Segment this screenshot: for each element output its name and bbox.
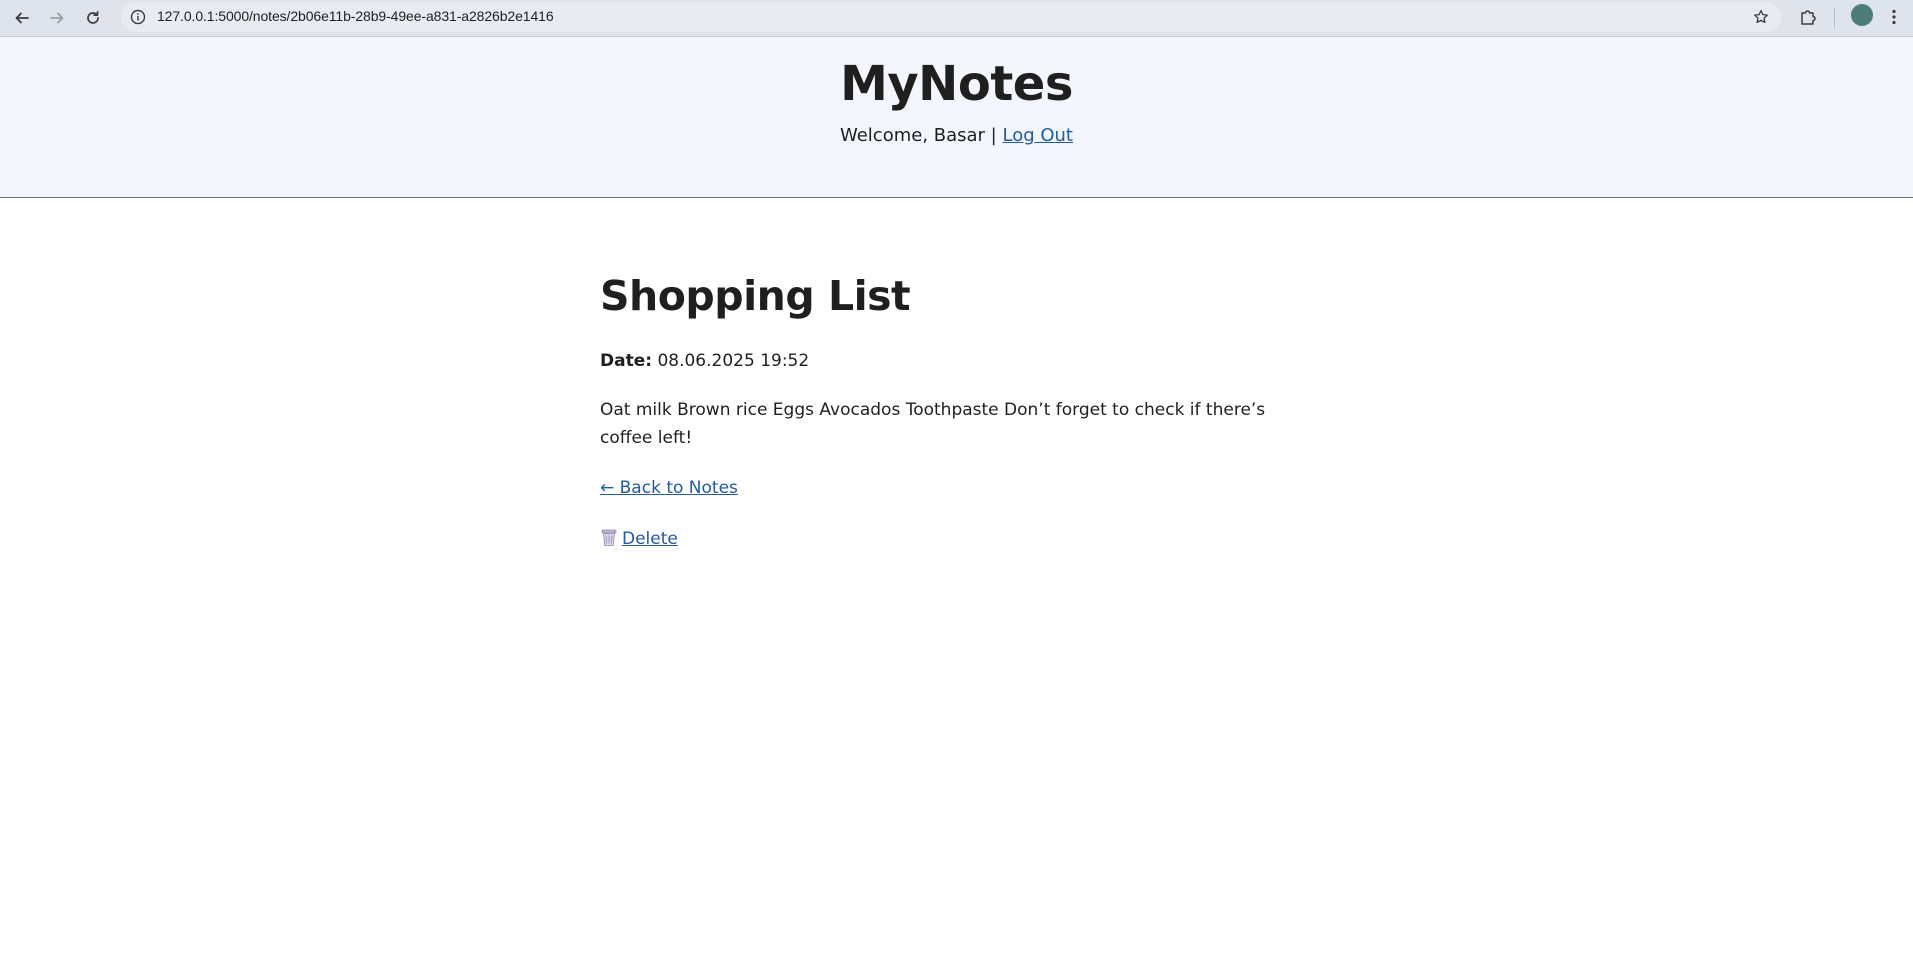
site-info-icon[interactable] bbox=[129, 8, 147, 26]
extensions-puzzle-icon[interactable] bbox=[1796, 5, 1820, 29]
back-to-notes-link[interactable]: ← Back to Notes bbox=[600, 476, 738, 500]
note-date: Date: 08.06.2025 19:52 bbox=[600, 349, 1320, 373]
welcome-line: Welcome, Basar | Log Out bbox=[0, 125, 1913, 146]
note-body: Oat milk Brown rice Eggs Avocados Toothp… bbox=[600, 400, 1266, 448]
site-title: MyNotes bbox=[840, 56, 1073, 112]
browser-toolbar: 127.0.0.1:5000/notes/2b06e11b-28b9-49ee-… bbox=[0, 0, 1913, 37]
bookmark-star-icon[interactable] bbox=[1751, 7, 1771, 27]
profile-avatar[interactable] bbox=[1851, 4, 1873, 26]
toolbar-divider bbox=[1834, 8, 1835, 28]
welcome-text: Welcome, Basar | bbox=[839, 125, 997, 146]
note-detail: Shopping List Date: 08.06.2025 19:52 Oat… bbox=[600, 266, 1320, 551]
delete-link[interactable]: Delete bbox=[600, 527, 678, 551]
date-label: Date: bbox=[600, 351, 653, 371]
delete-label: Delete bbox=[622, 529, 678, 549]
wastebasket-icon bbox=[600, 527, 618, 547]
date-value: 08.06.2025 19:52 bbox=[657, 351, 810, 371]
kebab-menu-icon[interactable] bbox=[1886, 5, 1902, 29]
reload-icon[interactable] bbox=[80, 5, 106, 31]
forward-arrow-icon[interactable] bbox=[44, 5, 70, 31]
site-header: MyNotes Welcome, Basar | Log Out bbox=[0, 37, 1913, 198]
back-arrow-icon[interactable] bbox=[9, 5, 35, 31]
logout-link[interactable]: Log Out bbox=[1002, 125, 1073, 146]
address-bar[interactable]: 127.0.0.1:5000/notes/2b06e11b-28b9-49ee-… bbox=[121, 2, 1781, 32]
note-title: Shopping List bbox=[600, 272, 911, 320]
url-text[interactable]: 127.0.0.1:5000/notes/2b06e11b-28b9-49ee-… bbox=[157, 8, 554, 24]
